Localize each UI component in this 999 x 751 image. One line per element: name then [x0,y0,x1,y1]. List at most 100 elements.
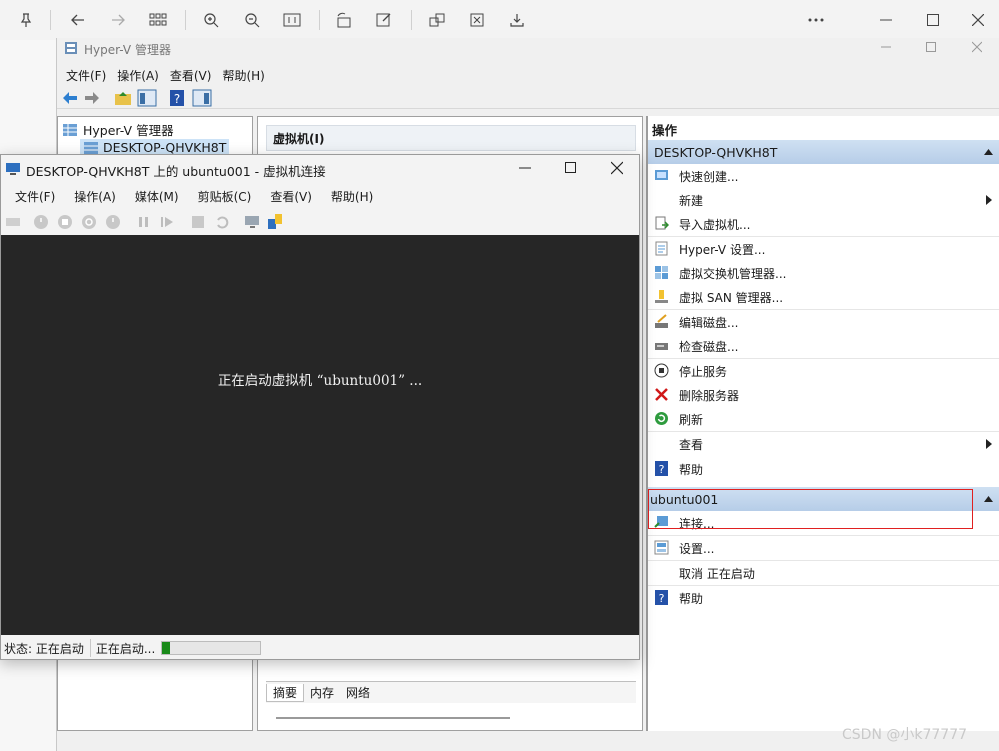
delete-x-icon [655,388,668,401]
horizontal-scrollbar[interactable] [276,717,510,719]
action-view[interactable]: 查看 [648,432,999,456]
show-tree-icon[interactable] [137,89,157,107]
collapse-up-icon [984,149,993,155]
watermark: CSDN @小k77777 [842,727,968,743]
san-manager-icon [655,290,668,303]
vm-close-icon[interactable] [610,161,624,178]
vm-monitor-icon [6,163,20,175]
hv-close-icon[interactable] [971,40,983,57]
zoom-in-icon[interactable] [199,8,223,32]
enhanced-session-icon [245,216,259,228]
import-icon [655,216,669,230]
fit-icon[interactable] [280,8,304,32]
menu-help[interactable]: 帮助(H) [222,67,264,84]
grid-icon[interactable] [146,8,170,32]
back-arrow-icon[interactable] [61,89,79,107]
vm-screen[interactable]: 正在启动虚拟机 “ubuntu001” ... [1,235,639,635]
settings-doc-icon [655,241,668,256]
menu-view[interactable]: 查看(V) [170,67,212,84]
start-icon [34,215,48,229]
action-virtual-switch-manager[interactable]: 虚拟交换机管理器... [648,261,999,285]
vm-menubar: 文件(F) 操作(A) 媒体(M) 剪贴板(C) 查看(V) 帮助(H) [1,185,639,207]
vm-window-title: DESKTOP-QHVKH8T 上的 ubuntu001 - 虚拟机连接 [26,164,326,179]
tab-network[interactable]: 网络 [340,684,376,701]
svg-text:?: ? [659,463,665,476]
save-icon[interactable] [505,8,529,32]
edit-icon[interactable] [372,8,396,32]
svg-text:?: ? [174,92,180,106]
vm-minimize-icon[interactable] [519,161,531,178]
ctrl-alt-del-icon [6,218,20,226]
inspect-disk-icon [655,343,668,350]
menu-action[interactable]: 操作(A) [117,67,159,84]
action-inspect-disk[interactable]: 检查磁盘... [648,334,999,358]
vm-menu-help[interactable]: 帮助(H) [331,188,373,205]
actions-pane: 操作 DESKTOP-QHVKH8T 快速创建... 新建 导入虚拟机... H… [646,116,999,731]
vm-settings-icon [654,540,669,555]
tree-root[interactable]: Hyper-V 管理器 [62,120,174,139]
action-virtual-san-manager[interactable]: 虚拟 SAN 管理器... [648,285,999,309]
show-actions-icon[interactable] [192,89,212,107]
host-actions-header[interactable]: DESKTOP-QHVKH8T [648,140,999,164]
action-edit-disk[interactable]: 编辑磁盘... [648,310,999,334]
crop-icon[interactable] [465,8,489,32]
up-folder-icon[interactable] [114,89,132,107]
forward-arrow-icon[interactable] [83,89,101,107]
vm-progress-fill [162,642,171,654]
vm-toolbar [1,209,639,233]
close-icon[interactable] [966,8,990,32]
action-new[interactable]: 新建 [648,188,999,212]
tree-host-label: DESKTOP-QHVKH8T [103,140,227,155]
vm-connection-window: DESKTOP-QHVKH8T 上的 ubuntu001 - 虚拟机连接 文件(… [0,154,640,660]
maximize-icon[interactable] [921,8,945,32]
svg-text:?: ? [659,592,665,605]
hv-minimize-icon[interactable] [881,40,891,57]
revert-icon [217,216,229,229]
host-actions-header-label: DESKTOP-QHVKH8T [654,144,778,160]
vm-maximize-icon[interactable] [565,161,577,178]
hv-maximize-icon[interactable] [926,40,936,57]
vm-menu-file[interactable]: 文件(F) [15,188,55,205]
turn-off-icon [58,215,72,229]
action-help-host[interactable]: ? 帮助 [648,457,999,481]
forward-icon[interactable] [106,8,130,32]
vm-menu-clipboard[interactable]: 剪贴板(C) [198,188,252,205]
hyperv-app-icon [64,41,78,58]
vm-menu-action[interactable]: 操作(A) [74,188,116,205]
action-hyperv-settings[interactable]: Hyper-V 设置... [648,237,999,261]
action-help-vm[interactable]: ? 帮助 [648,586,999,610]
pin-icon[interactable] [14,8,38,32]
hyperv-title: Hyper-V 管理器 [84,43,171,57]
tab-memory[interactable]: 内存 [304,684,340,701]
rotate-icon[interactable] [332,8,356,32]
vm-status-progress-text: 正在启动... [95,641,156,656]
vm-section-title: 虚拟机(I) [273,131,325,146]
vm-section-header: 虚拟机(I) [266,125,636,151]
hyperv-toolbar: ? [57,87,999,109]
more-icon[interactable] [804,8,828,32]
share-session-icon [268,214,282,229]
help-icon[interactable]: ? [169,89,187,107]
vm-screen-message: 正在启动虚拟机 “ubuntu001” ... [217,373,423,389]
vm-menu-media[interactable]: 媒体(M) [135,188,179,205]
action-remove-server[interactable]: 删除服务器 [648,383,999,407]
detail-tabs: 摘要 内存 网络 [266,681,636,703]
vm-menu-view[interactable]: 查看(V) [270,188,312,205]
minimize-icon[interactable] [874,8,898,32]
tab-summary[interactable]: 摘要 [266,683,305,702]
hyperv-titlebar: Hyper-V 管理器 [57,38,999,62]
pause-icon [139,217,148,227]
share-icon[interactable] [425,8,449,32]
resume-icon [161,217,173,227]
submenu-arrow-icon [986,439,992,449]
menu-file[interactable]: 文件(F) [66,67,106,84]
action-quick-create[interactable]: 快速创建... [648,164,999,188]
vm-titlebar: DESKTOP-QHVKH8T 上的 ubuntu001 - 虚拟机连接 [1,155,639,183]
submenu-arrow-icon [986,195,992,205]
action-stop-service[interactable]: 停止服务 [648,359,999,383]
back-icon[interactable] [66,8,90,32]
action-import-vm[interactable]: 导入虚拟机... [648,212,999,236]
refresh-icon [655,412,668,425]
zoom-out-icon[interactable] [240,8,264,32]
action-refresh[interactable]: 刷新 [648,407,999,431]
